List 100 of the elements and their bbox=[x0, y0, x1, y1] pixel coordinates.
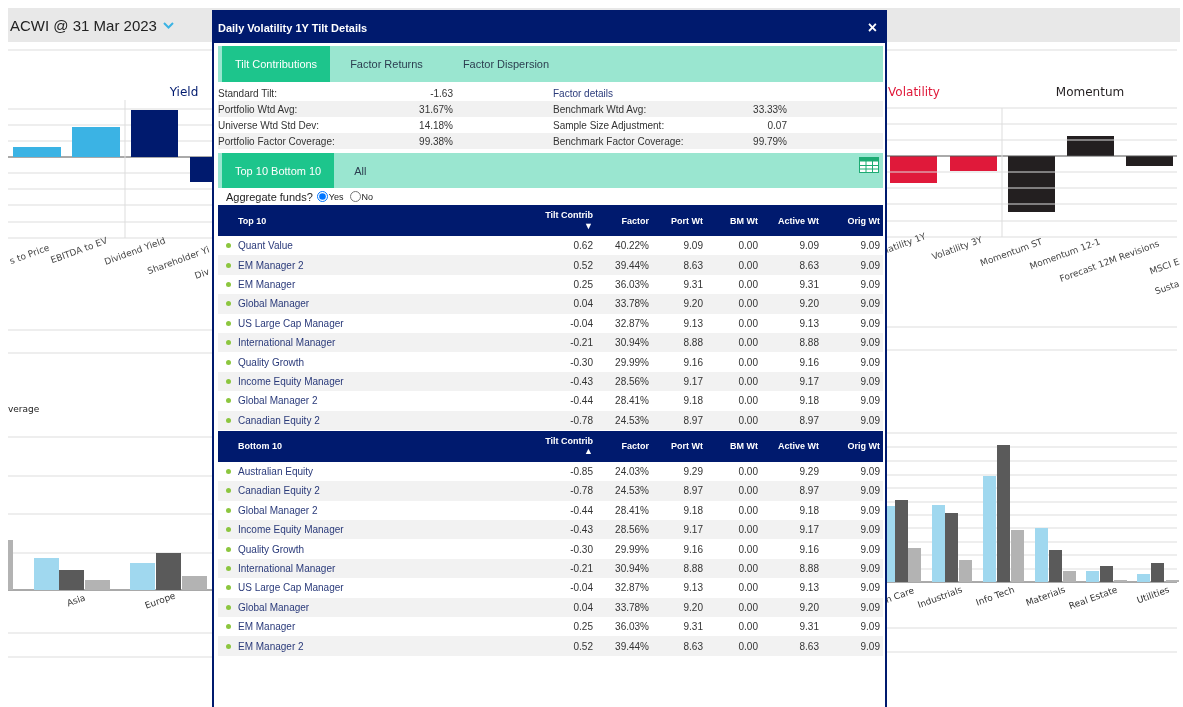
status-dot-icon bbox=[225, 546, 231, 552]
table-cell-text: Global Manager 2 bbox=[238, 504, 319, 516]
table-cell-text: 0.00 bbox=[737, 298, 759, 310]
table-cell-text: 39.44% bbox=[614, 640, 650, 652]
axis-label: MSCI E bbox=[1148, 256, 1180, 277]
sort-indicator: ▼ bbox=[584, 220, 593, 232]
column-header[interactable]: Orig Wt bbox=[824, 215, 885, 226]
column-header[interactable]: Factor bbox=[598, 441, 654, 452]
table-cell-text: 9.16 bbox=[682, 356, 704, 368]
table-cell-text: Global Manager 2 bbox=[238, 395, 319, 407]
column-header[interactable]: Active Wt bbox=[763, 441, 824, 452]
table-cell-text: 9.29 bbox=[682, 466, 704, 478]
table-cell-text: 9.29 bbox=[798, 466, 820, 478]
chart-title: Momentum bbox=[1055, 85, 1125, 99]
table-cell-text: -0.21 bbox=[569, 337, 594, 349]
detail-value: 33.33% bbox=[753, 103, 787, 115]
table-cell-text: 9.09 bbox=[859, 317, 881, 329]
column-header[interactable]: Port Wt bbox=[654, 215, 708, 226]
table-cell-text: 0.00 bbox=[737, 640, 759, 652]
table-cell-text: 8.63 bbox=[682, 259, 704, 271]
table-cell-text: 9.09 bbox=[859, 466, 881, 478]
table-cell-text: 0.00 bbox=[737, 601, 759, 613]
chart-bar bbox=[131, 110, 178, 157]
chart-bar bbox=[8, 540, 13, 590]
table-cell-text: 9.09 bbox=[859, 356, 881, 368]
table-cell-text: 8.88 bbox=[682, 563, 704, 575]
table-cell-text: 9.09 bbox=[859, 640, 881, 652]
table-export-icon[interactable] bbox=[859, 157, 879, 173]
axis-label: Susta bbox=[1153, 278, 1180, 297]
table-cell-text: -0.04 bbox=[569, 317, 594, 329]
axis-label: Info Tech bbox=[974, 584, 1016, 608]
tab[interactable]: Factor Returns bbox=[330, 46, 443, 82]
table-cell-text: 9.09 bbox=[859, 601, 881, 613]
column-header[interactable]: Tilt Contrib bbox=[545, 209, 593, 221]
table-cell-text: 8.97 bbox=[682, 485, 704, 497]
chart-title: Volatility bbox=[888, 85, 940, 99]
table-cell-text: 8.63 bbox=[798, 259, 820, 271]
status-dot-icon bbox=[225, 417, 231, 423]
detail-label: Benchmark Factor Coverage: bbox=[553, 135, 684, 147]
table-cell-text: 0.62 bbox=[572, 240, 594, 252]
tab[interactable]: All bbox=[334, 153, 387, 188]
table-cell-text: 9.17 bbox=[798, 524, 820, 536]
axis-label: Real Estate bbox=[1067, 584, 1119, 612]
axis-label: s to Price bbox=[8, 242, 51, 267]
column-header[interactable]: BM Wt bbox=[708, 441, 763, 452]
table-cell-text: -0.21 bbox=[569, 563, 594, 575]
radio-option[interactable]: No bbox=[349, 191, 374, 202]
column-header[interactable]: Factor bbox=[598, 215, 654, 226]
close-button[interactable]: × bbox=[865, 19, 879, 36]
table-cell-text: Quality Growth bbox=[238, 543, 306, 555]
table-cell-text: 8.63 bbox=[798, 640, 820, 652]
status-dot-icon bbox=[225, 243, 231, 249]
table-cell-text: 9.09 bbox=[859, 621, 881, 633]
column-header: Top 10 bbox=[238, 215, 268, 226]
table-cell-text: US Large Cap Manager bbox=[238, 317, 345, 329]
table-cell-text: Global Manager bbox=[238, 298, 311, 310]
detail-value: 14.18% bbox=[419, 119, 453, 131]
table-cell-text: 9.31 bbox=[682, 621, 704, 633]
table-cell-text: 0.00 bbox=[737, 414, 759, 426]
table-cell-text: 33.78% bbox=[614, 601, 650, 613]
table-cell-text: Australian Equity bbox=[238, 466, 315, 478]
dialog-title: Daily Volatility 1Y Tilt Details bbox=[218, 21, 368, 34]
table-cell-text: 0.00 bbox=[737, 240, 759, 252]
table-cell-text: 8.88 bbox=[798, 563, 820, 575]
table-cell-text: 9.09 bbox=[859, 485, 881, 497]
column-header[interactable]: Tilt Contrib bbox=[545, 435, 593, 447]
table-cell-text: 0.00 bbox=[737, 395, 759, 407]
table-cell-text: Income Equity Manager bbox=[238, 524, 345, 536]
field-label: Aggregate funds? bbox=[226, 190, 313, 203]
column-header[interactable]: BM Wt bbox=[708, 215, 763, 226]
table-cell-text: EM Manager 2 bbox=[238, 259, 305, 271]
column-header[interactable]: Port Wt bbox=[654, 441, 708, 452]
detail-label: Benchmark Wtd Avg: bbox=[553, 103, 647, 115]
table-cell-text: 0.25 bbox=[572, 621, 594, 633]
table-cell-text: 36.03% bbox=[614, 621, 650, 633]
table-cell-text: 0.25 bbox=[572, 278, 594, 290]
status-dot-icon bbox=[225, 301, 231, 307]
chart-bar bbox=[72, 127, 120, 157]
chevron-down-icon[interactable] bbox=[162, 21, 174, 29]
table-cell-text: 9.18 bbox=[682, 504, 704, 516]
radio-option[interactable]: Yes bbox=[316, 191, 344, 202]
table-cell-text: 30.94% bbox=[614, 563, 650, 575]
table-cell-text: 0.00 bbox=[737, 466, 759, 478]
table-cell-text: 28.56% bbox=[614, 375, 650, 387]
table-cell-text: 9.09 bbox=[859, 543, 881, 555]
table-cell-text: 9.09 bbox=[859, 504, 881, 516]
column-header[interactable]: Active Wt bbox=[763, 215, 824, 226]
table-cell-text: 29.99% bbox=[614, 356, 650, 368]
table-cell-text: -0.43 bbox=[569, 524, 594, 536]
table-cell-text: 9.17 bbox=[682, 375, 704, 387]
table-cell-text: -0.44 bbox=[569, 395, 594, 407]
table-cell-text: 32.87% bbox=[614, 582, 650, 594]
status-dot-icon bbox=[225, 643, 231, 649]
table-cell-text: 9.09 bbox=[859, 582, 881, 594]
table-cell-text: 0.04 bbox=[572, 298, 594, 310]
table-cell-text: 8.97 bbox=[798, 414, 820, 426]
table-cell-text: 28.41% bbox=[614, 504, 650, 516]
table-cell-text: Quant Value bbox=[238, 240, 294, 252]
tab[interactable]: Factor Dispersion bbox=[442, 46, 570, 82]
column-header[interactable]: Orig Wt bbox=[824, 441, 885, 452]
